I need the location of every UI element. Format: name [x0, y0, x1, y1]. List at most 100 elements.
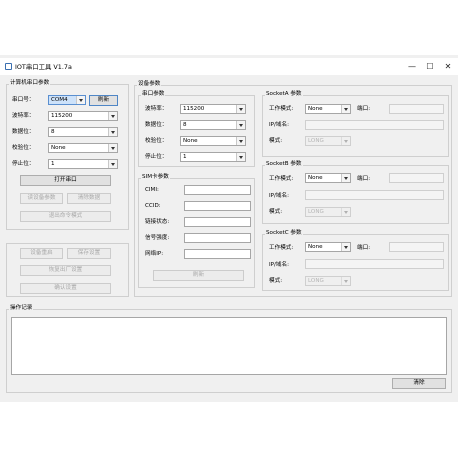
socket-a-pattern-value: LONG [308, 138, 324, 144]
dev-baud-select[interactable]: 115200 [180, 104, 246, 114]
stopbits-select[interactable]: 1 [48, 159, 118, 169]
socket-a-mode-select[interactable]: None [305, 104, 351, 114]
dev-databits-value: 8 [183, 122, 187, 128]
refresh-ports-button[interactable]: 刷新 [89, 95, 118, 106]
socket-b-pattern-label: 模式: [269, 209, 283, 215]
log-textarea[interactable] [11, 317, 447, 375]
socket-c-mode-value: None [308, 244, 323, 250]
link-status-label: 链接状态: [145, 219, 170, 225]
chevron-down-icon [76, 96, 85, 104]
dev-stopbits-label: 停止位： [145, 154, 168, 160]
chevron-down-icon [236, 137, 245, 145]
port-value: COM4 [51, 97, 68, 103]
dev-baud-value: 115200 [183, 106, 205, 112]
stopbits-label: 停止位： [12, 161, 35, 167]
dev-baud-label: 波特率： [145, 106, 168, 112]
socket-b-mode-select[interactable]: None [305, 173, 351, 183]
stopbits-value: 1 [51, 161, 55, 167]
dev-parity-select[interactable]: None [180, 136, 246, 146]
socket-a-port-field[interactable] [389, 104, 444, 114]
chevron-down-icon [236, 121, 245, 129]
net-ip-field[interactable] [184, 249, 251, 259]
socket-c-port-label: 端口: [357, 245, 371, 251]
clear-log-button[interactable]: 清除 [392, 378, 446, 389]
log-title: 操作记录 [9, 305, 34, 312]
read-params-button[interactable]: 读设备参数 [20, 193, 63, 204]
socket-c-pattern-select[interactable]: LONG [305, 276, 351, 286]
baud-label: 波特率： [12, 113, 35, 119]
chevron-down-icon [108, 160, 117, 168]
serial-params-title: 计算机串口参数 [9, 80, 51, 87]
socket-b-ip-field[interactable] [305, 190, 444, 200]
databits-label: 数据位： [12, 129, 35, 135]
socket-a-ip-field[interactable] [305, 120, 444, 130]
cimi-label: CIMI: [145, 187, 159, 193]
clear-data-button[interactable]: 清除数据 [67, 193, 111, 204]
socket-c-ip-label: IP/域名: [269, 262, 289, 268]
dev-databits-label: 数据位： [145, 122, 168, 128]
ccid-field[interactable] [184, 201, 251, 211]
chevron-down-icon [341, 208, 350, 216]
socket-b-pattern-select[interactable]: LONG [305, 207, 351, 217]
device-params-title: 设备参数 [137, 81, 162, 88]
chevron-down-icon [341, 137, 350, 145]
socket-c-pattern-label: 模式: [269, 278, 283, 284]
baud-value: 115200 [51, 113, 73, 119]
chevron-down-icon [341, 243, 350, 251]
dev-parity-label: 校验位： [145, 138, 168, 144]
confirm-settings-button[interactable]: 确认设置 [20, 283, 111, 294]
socket-a-mode-label: 工作模式: [269, 106, 294, 112]
socket-b-mode-value: None [308, 175, 323, 181]
signal-field[interactable] [184, 233, 251, 243]
socket-b-port-label: 端口: [357, 176, 371, 182]
parity-label: 校验位： [12, 145, 35, 151]
socket-b-title: SocketB 参数 [265, 161, 303, 168]
socket-c-title: SocketC 参数 [265, 230, 303, 237]
sim-refresh-button[interactable]: 刷新 [153, 270, 244, 281]
link-status-field[interactable] [184, 217, 251, 227]
exit-cmd-mode-button[interactable]: 退出命令模式 [20, 211, 111, 222]
dev-parity-value: None [183, 138, 198, 144]
socket-c-port-field[interactable] [389, 242, 444, 252]
cimi-field[interactable] [184, 185, 251, 195]
parity-select[interactable]: None [48, 143, 118, 153]
device-restart-button[interactable]: 设备重启 [20, 248, 63, 259]
socket-c-mode-select[interactable]: None [305, 242, 351, 252]
socket-c-pattern-value: LONG [308, 278, 324, 284]
signal-label: 信号强度: [145, 235, 170, 241]
sim-title: SIM卡参数 [141, 174, 170, 181]
close-button[interactable]: ✕ [437, 58, 458, 75]
chevron-down-icon [108, 128, 117, 136]
port-label: 串口号： [12, 97, 35, 103]
net-ip-label: 网络IP: [145, 251, 164, 257]
socket-c-ip-field[interactable] [305, 259, 444, 269]
factory-reset-button[interactable]: 恢复出厂设置 [20, 265, 111, 276]
chevron-down-icon [341, 174, 350, 182]
window-title: IOT串口工具 V1.7a [15, 63, 72, 71]
title-bar: IOT串口工具 V1.7a — ☐ ✕ [0, 58, 458, 75]
open-port-button[interactable]: 打开串口 [20, 175, 111, 186]
parity-value: None [51, 145, 66, 151]
socket-b-mode-label: 工作模式: [269, 176, 294, 182]
port-select[interactable]: COM4 [48, 95, 86, 105]
device-serial-title: 串口参数 [141, 91, 166, 98]
ccid-label: CCID: [145, 203, 161, 209]
dev-databits-select[interactable]: 8 [180, 120, 246, 130]
socket-b-port-field[interactable] [389, 173, 444, 183]
dev-stopbits-select[interactable]: 1 [180, 152, 246, 162]
dev-stopbits-value: 1 [183, 154, 187, 160]
socket-a-pattern-select[interactable]: LONG [305, 136, 351, 146]
chevron-down-icon [108, 144, 117, 152]
chevron-down-icon [341, 277, 350, 285]
chevron-down-icon [236, 105, 245, 113]
chevron-down-icon [341, 105, 350, 113]
chevron-down-icon [236, 153, 245, 161]
socket-b-ip-label: IP/域名: [269, 193, 289, 199]
baud-select[interactable]: 115200 [48, 111, 118, 121]
socket-b-pattern-value: LONG [308, 209, 324, 215]
databits-select[interactable]: 8 [48, 127, 118, 137]
app-icon [5, 63, 12, 70]
save-settings-button[interactable]: 保存设置 [67, 248, 111, 259]
databits-value: 8 [51, 129, 55, 135]
socket-c-mode-label: 工作模式: [269, 245, 294, 251]
